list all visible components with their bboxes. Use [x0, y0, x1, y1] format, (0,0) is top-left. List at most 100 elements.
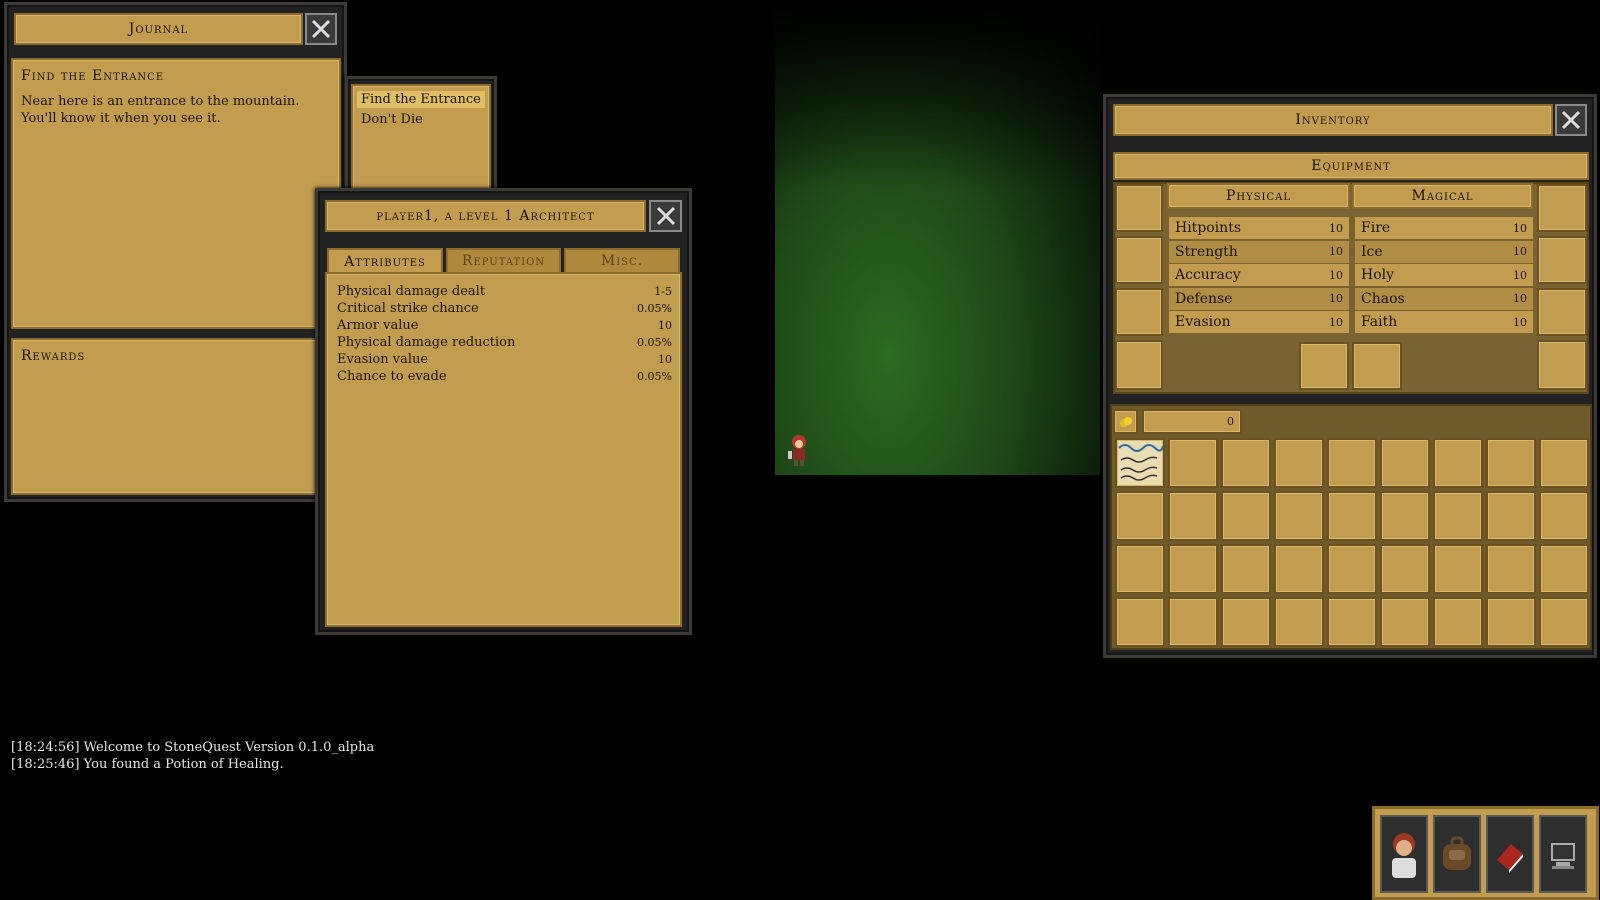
- equipment-slot[interactable]: [1537, 236, 1587, 284]
- attributes-panel: Physical damage dealt 1-5 Critical strike …: [325, 272, 682, 627]
- game-map[interactable]: [775, 0, 1100, 475]
- inventory-slot[interactable]: [1274, 597, 1324, 647]
- inventory-slot[interactable]: [1539, 597, 1589, 647]
- inventory-slot[interactable]: [1274, 544, 1324, 594]
- attribute-value: 1-5: [654, 285, 672, 298]
- attribute-row: Physical damage reduction 0.05%: [337, 334, 672, 351]
- stat-value: 10: [1513, 268, 1527, 282]
- tab-misc[interactable]: Misc.: [564, 248, 680, 274]
- inventory-slot[interactable]: [1380, 491, 1430, 541]
- inventory-slot[interactable]: [1115, 597, 1165, 647]
- quest-title: Find the Entrance: [21, 68, 165, 84]
- equipment-slot[interactable]: [1537, 288, 1587, 336]
- inventory-slot[interactable]: [1433, 544, 1483, 594]
- stat-label: Strength: [1175, 243, 1238, 260]
- player-sprite[interactable]: [785, 433, 813, 467]
- magical-header: Magical: [1352, 183, 1533, 209]
- inventory-slot[interactable]: [1168, 438, 1218, 488]
- magical-stat-row: Ice 10: [1355, 240, 1533, 263]
- inventory-slot[interactable]: [1274, 438, 1324, 488]
- stat-label: Evasion: [1175, 314, 1231, 330]
- journal-close-button[interactable]: [305, 13, 337, 45]
- stat-label: Hitpoints: [1175, 220, 1242, 236]
- attribute-value: 0.05%: [637, 370, 672, 383]
- inventory-slot[interactable]: [1486, 544, 1536, 594]
- quest-list: Find the Entrance Don't Die: [351, 84, 491, 192]
- equipment-slot[interactable]: [1537, 184, 1587, 232]
- inventory-slot[interactable]: [1327, 544, 1377, 594]
- inventory-slot[interactable]: [1221, 544, 1271, 594]
- inventory-slot[interactable]: [1274, 491, 1324, 541]
- character-title-text: player1, a level 1 Architect: [376, 208, 595, 224]
- character-button[interactable]: [1380, 815, 1428, 893]
- quest-list-item[interactable]: Find the Entrance: [357, 91, 485, 108]
- stat-value: 10: [1329, 268, 1343, 282]
- physical-stat-row: Accuracy 10: [1169, 264, 1349, 286]
- inventory-slot[interactable]: [1433, 438, 1483, 488]
- stat-label: Fire: [1361, 220, 1391, 236]
- tab-reputation[interactable]: Reputation: [446, 248, 561, 274]
- character-title[interactable]: player1, a level 1 Architect: [325, 200, 646, 232]
- stat-label: Accuracy: [1175, 267, 1241, 283]
- inventory-slot[interactable]: [1327, 438, 1377, 488]
- inventory-slot[interactable]: [1433, 597, 1483, 647]
- attribute-label: Physical damage dealt: [337, 284, 486, 299]
- inventory-close-button[interactable]: [1555, 104, 1587, 136]
- physical-header: Physical: [1167, 183, 1350, 209]
- inventory-slot[interactable]: [1327, 491, 1377, 541]
- inventory-slot[interactable]: [1539, 438, 1589, 488]
- equipment-slot[interactable]: [1115, 184, 1163, 232]
- inventory-button[interactable]: [1433, 815, 1481, 893]
- inventory-slot[interactable]: [1221, 438, 1271, 488]
- log-line: [18:25:46] You found a Potion of Healing…: [11, 757, 284, 772]
- inventory-slot[interactable]: [1168, 544, 1218, 594]
- inventory-slot[interactable]: [1221, 597, 1271, 647]
- stat-label: Ice: [1361, 243, 1383, 260]
- inventory-slot[interactable]: [1539, 544, 1589, 594]
- stat-value: 10: [1513, 221, 1527, 235]
- journal-title[interactable]: Journal: [14, 13, 303, 45]
- inventory-slot[interactable]: [1168, 491, 1218, 541]
- inventory-slot[interactable]: [1486, 597, 1536, 647]
- attribute-row: Evasion value 10: [337, 351, 672, 368]
- journal-button[interactable]: [1486, 815, 1534, 893]
- equipment-slot[interactable]: [1537, 340, 1587, 390]
- close-icon: [656, 206, 675, 226]
- inventory-slot[interactable]: [1115, 491, 1165, 541]
- gold-counter: 0: [1142, 409, 1242, 434]
- inventory-title[interactable]: Inventory: [1113, 104, 1553, 136]
- magical-stat-row: Faith 10: [1355, 311, 1533, 333]
- magical-label: Magical: [1411, 188, 1474, 204]
- equipment-slot[interactable]: [1115, 236, 1163, 284]
- stat-value: 10: [1329, 315, 1343, 329]
- equipment-label: Equipment: [1311, 158, 1391, 174]
- inventory-slot[interactable]: [1433, 491, 1483, 541]
- stat-label: Defense: [1175, 290, 1233, 307]
- inventory-slot[interactable]: [1486, 491, 1536, 541]
- inventory-slot[interactable]: [1115, 544, 1165, 594]
- character-close-button[interactable]: [649, 200, 682, 232]
- quest-list-item[interactable]: Don't Die: [357, 111, 485, 128]
- equipment-slot[interactable]: [1115, 340, 1163, 390]
- inventory-slot[interactable]: [1380, 597, 1430, 647]
- settings-button[interactable]: [1539, 815, 1587, 893]
- close-icon: [1561, 110, 1581, 130]
- inventory-slot[interactable]: [1168, 597, 1218, 647]
- stat-label: Chaos: [1361, 290, 1405, 307]
- inventory-slot[interactable]: [1486, 438, 1536, 488]
- attribute-value: 0.05%: [637, 336, 672, 349]
- gold-amount: 0: [1227, 415, 1234, 428]
- equipment-slot[interactable]: [1352, 342, 1402, 390]
- attribute-value: 10: [658, 353, 672, 366]
- inventory-slot[interactable]: [1221, 491, 1271, 541]
- tab-attributes[interactable]: Attributes: [327, 248, 443, 274]
- inventory-slot[interactable]: [1115, 438, 1165, 488]
- inventory-slot[interactable]: [1380, 438, 1430, 488]
- equipment-slot[interactable]: [1299, 342, 1349, 390]
- stat-value: 10: [1513, 315, 1527, 329]
- equipment-slot[interactable]: [1115, 288, 1163, 336]
- inventory-slot[interactable]: [1539, 491, 1589, 541]
- inventory-slot[interactable]: [1380, 544, 1430, 594]
- inventory-slot[interactable]: [1327, 597, 1377, 647]
- stat-value: 10: [1329, 221, 1343, 235]
